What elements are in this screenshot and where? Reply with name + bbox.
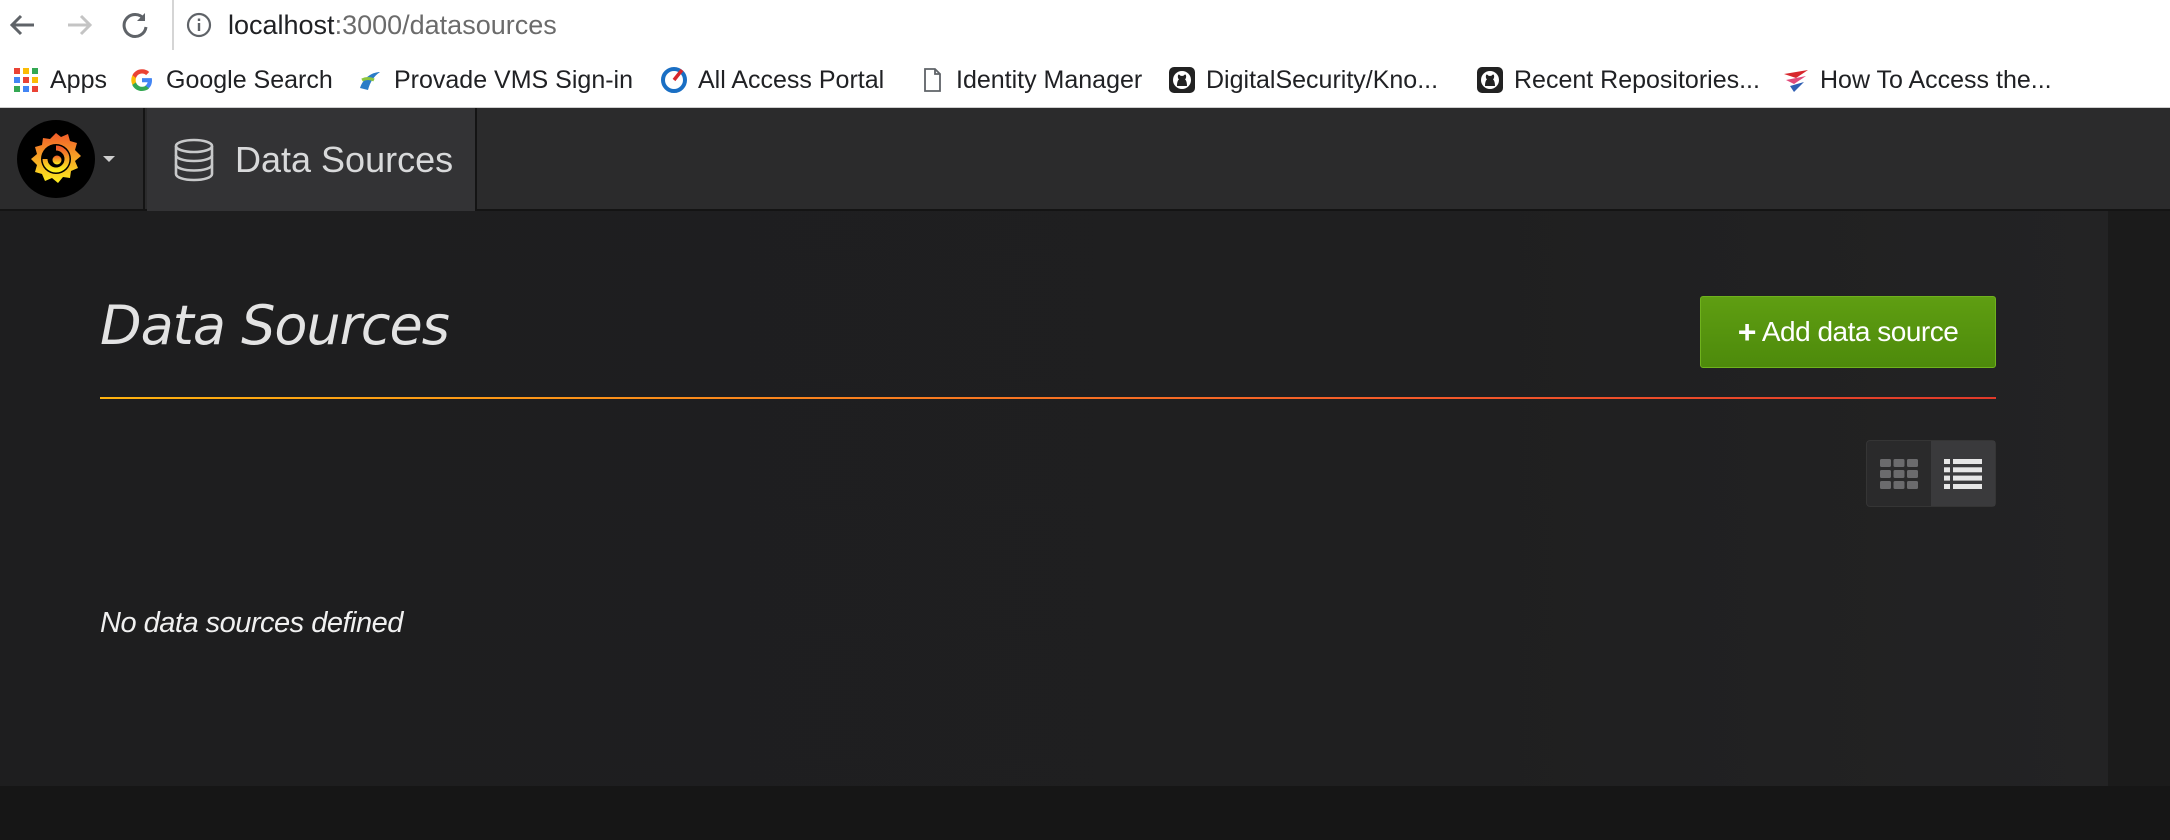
- navbar-section-data-sources[interactable]: Data Sources: [147, 108, 477, 211]
- info-icon: [186, 12, 212, 38]
- bookmark-label: All Access Portal: [698, 65, 885, 94]
- bookmark-all-access-portal[interactable]: All Access Portal: [660, 64, 884, 96]
- database-icon: [174, 138, 214, 182]
- list-view-button[interactable]: [1931, 441, 1995, 506]
- provade-icon: [356, 66, 384, 94]
- document-icon: [918, 66, 946, 94]
- main-content: Data Sources + Add data source No data s…: [0, 211, 2108, 786]
- page-header-divider: [100, 397, 1996, 399]
- caret-down-icon: [103, 156, 115, 162]
- bookmark-label: Recent Repositories...: [1514, 65, 1760, 94]
- navbar-section-title: Data Sources: [235, 139, 454, 180]
- bookmark-apps[interactable]: Apps: [12, 64, 107, 96]
- reload-button[interactable]: [116, 6, 154, 44]
- grafana-navbar: Data Sources: [0, 108, 2170, 211]
- page-title: Data Sources: [100, 294, 450, 357]
- url-host: localhost: [228, 10, 335, 40]
- github-icon: [1168, 66, 1196, 94]
- plus-icon: +: [1737, 313, 1757, 350]
- bookmark-label: Provade VMS Sign-in: [394, 65, 634, 94]
- github-icon: [1476, 66, 1504, 94]
- bookmark-label: How To Access the...: [1820, 65, 2052, 94]
- apps-grid-icon: [12, 66, 40, 94]
- add-data-source-button[interactable]: + Add data source: [1700, 296, 1996, 368]
- bookmark-google-search[interactable]: Google Search: [128, 64, 333, 96]
- bookmark-label: Identity Manager: [956, 65, 1143, 94]
- grid-icon: [1880, 458, 1918, 489]
- browser-toolbar: localhost:3000/datasources: [0, 0, 2170, 50]
- list-icon: [1944, 458, 1982, 489]
- portal-icon: [660, 66, 688, 94]
- url-text: localhost:3000/datasources: [228, 10, 557, 40]
- empty-state-message: No data sources defined: [100, 607, 403, 639]
- bookmark-identity-manager[interactable]: Identity Manager: [918, 64, 1142, 96]
- bookmarks-bar: Apps Google Search Provade VMS Sign-in A…: [0, 50, 2170, 108]
- bookmark-recent-repositories[interactable]: Recent Repositories...: [1476, 64, 1760, 96]
- bookmark-label: DigitalSecurity/Kno...: [1206, 65, 1439, 94]
- address-bar[interactable]: localhost:3000/datasources: [172, 0, 2170, 50]
- bookmark-provade[interactable]: Provade VMS Sign-in: [356, 64, 633, 96]
- url-path: :3000/datasources: [334, 10, 557, 40]
- forward-button[interactable]: [60, 6, 98, 44]
- page-margin: [2108, 211, 2170, 786]
- reload-icon: [122, 12, 148, 38]
- page-footer-area: [0, 786, 2170, 840]
- forward-arrow-icon: [68, 14, 93, 36]
- back-button[interactable]: [4, 6, 42, 44]
- grafana-menu-toggle[interactable]: [0, 108, 145, 211]
- add-data-source-label: Add data source: [1761, 316, 1959, 347]
- grid-view-button[interactable]: [1867, 441, 1931, 506]
- bookmark-label: Google Search: [166, 65, 333, 94]
- google-icon: [128, 66, 156, 94]
- grafana-logo-icon: [17, 120, 95, 198]
- bookmark-digitalsecurity[interactable]: DigitalSecurity/Kno...: [1168, 64, 1438, 96]
- bird-icon: [1782, 66, 1810, 94]
- bookmark-how-to-access[interactable]: How To Access the...: [1782, 64, 2052, 96]
- back-arrow-icon: [9, 14, 34, 36]
- layout-view-toggle: [1866, 440, 1996, 507]
- bookmark-label: Apps: [50, 65, 107, 94]
